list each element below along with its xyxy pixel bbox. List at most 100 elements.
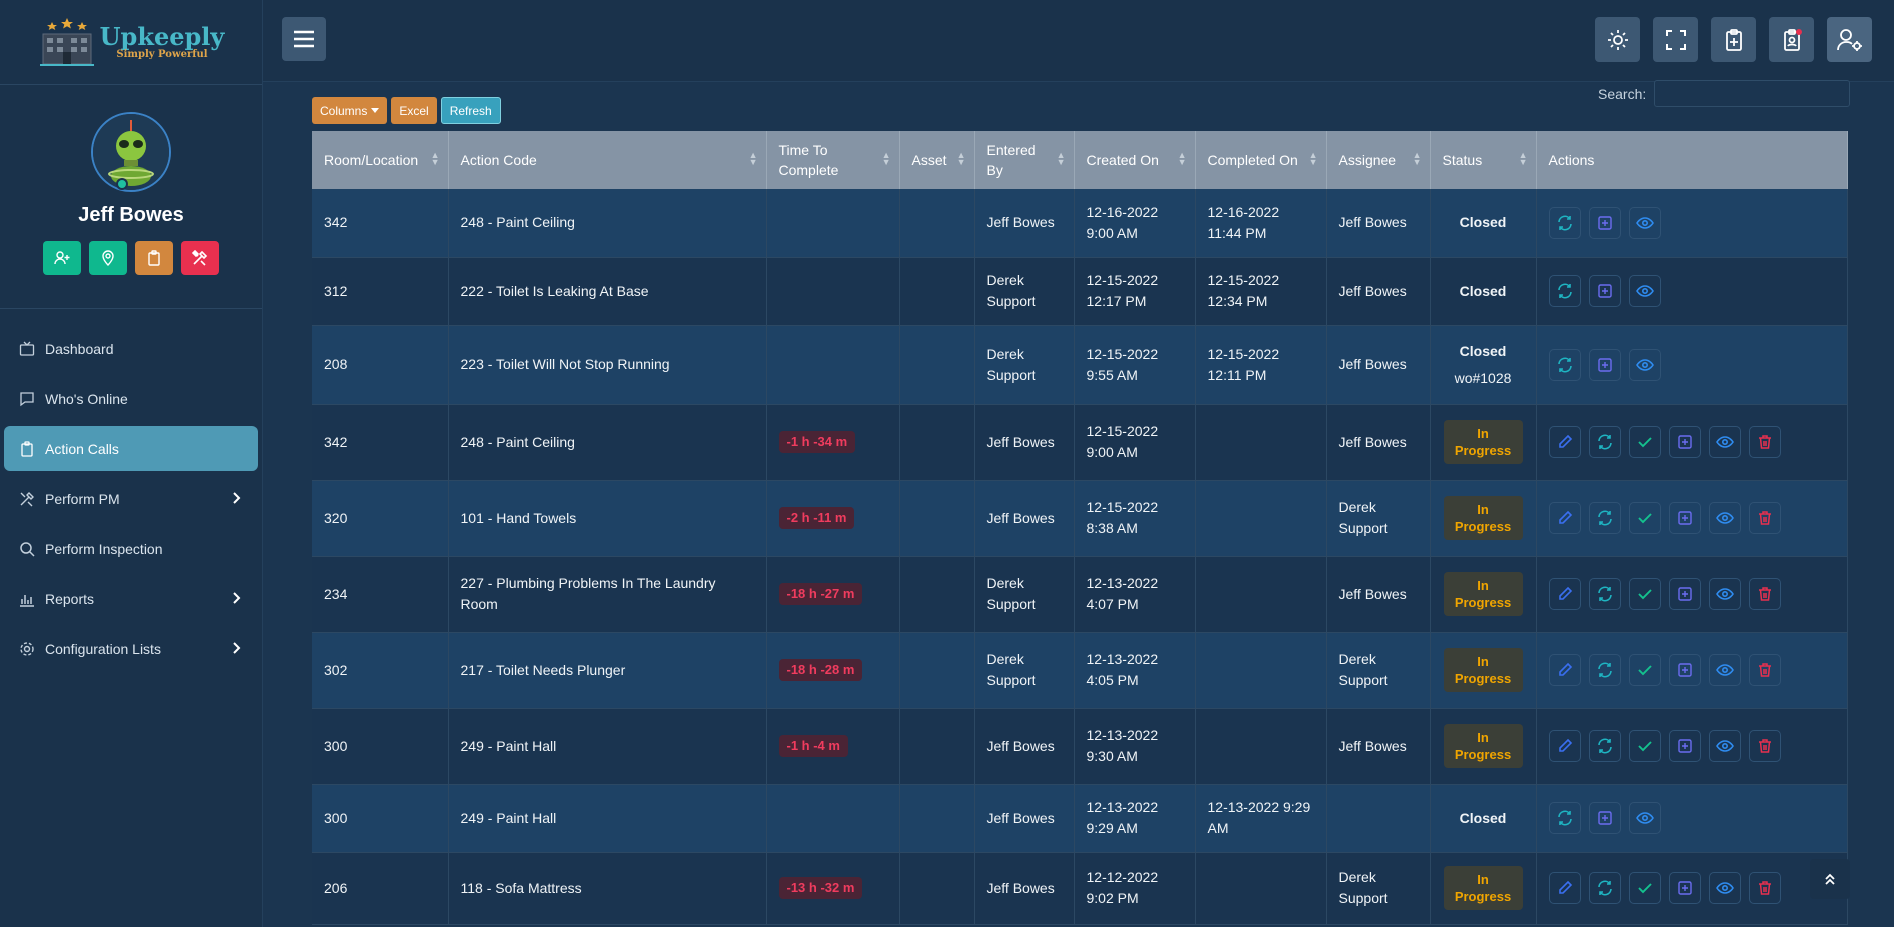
add-button[interactable] — [1668, 578, 1701, 610]
check-button[interactable] — [1628, 872, 1661, 904]
column-header[interactable]: Entered By ▲ ▼ — [974, 131, 1075, 189]
add-button[interactable] — [1668, 872, 1701, 904]
add-button[interactable] — [1668, 730, 1701, 762]
scroll-to-top-button[interactable] — [1810, 859, 1850, 899]
check-button[interactable] — [1628, 654, 1661, 686]
sidebar-item-perform-inspection[interactable]: Perform Inspection — [4, 526, 258, 571]
add-button[interactable] — [1668, 502, 1701, 534]
refresh-button[interactable] — [1548, 206, 1581, 239]
sidebar-item-action-calls[interactable]: Action Calls — [4, 426, 258, 471]
sidebar-item-perform-pm[interactable]: Perform PM — [4, 476, 258, 521]
notifications-button[interactable] — [1769, 17, 1814, 62]
view-button[interactable] — [1628, 348, 1661, 381]
eye-icon — [1635, 216, 1654, 229]
refresh-button[interactable] — [1588, 426, 1621, 458]
column-header[interactable]: Created On ▲ ▼ — [1074, 131, 1196, 189]
edit-button[interactable] — [1548, 730, 1581, 762]
location-button[interactable] — [89, 241, 127, 275]
add-button[interactable] — [1668, 654, 1701, 686]
add-button[interactable] — [1588, 275, 1621, 307]
cell-actions — [1536, 708, 1848, 785]
view-button[interactable] — [1708, 426, 1741, 458]
sidebar-item-dashboard[interactable]: Dashboard — [4, 326, 258, 371]
sidebar-item-reports[interactable]: Reports — [4, 576, 258, 621]
delete-button[interactable] — [1748, 578, 1781, 610]
edit-button[interactable] — [1548, 426, 1581, 458]
plus-square-icon — [1677, 587, 1692, 601]
check-button[interactable] — [1628, 730, 1661, 762]
theme-toggle-button[interactable] — [1595, 17, 1640, 62]
add-user-button[interactable] — [43, 241, 81, 275]
sidebar-item-whos-online[interactable]: Who's Online — [4, 376, 258, 421]
delete-button[interactable] — [1748, 654, 1781, 686]
view-button[interactable] — [1628, 802, 1661, 834]
plus-square-icon — [1677, 435, 1692, 449]
check-button[interactable] — [1628, 502, 1661, 534]
delete-button[interactable] — [1748, 426, 1781, 458]
view-button[interactable] — [1628, 206, 1661, 239]
cell-room: 320 — [312, 480, 449, 557]
check-button[interactable] — [1628, 426, 1661, 458]
edit-button[interactable] — [1548, 872, 1581, 904]
cell-room: 300 — [312, 708, 449, 785]
refresh-button[interactable] — [1588, 654, 1621, 686]
view-button[interactable] — [1708, 730, 1741, 762]
excel-button[interactable]: Excel — [391, 97, 437, 124]
refresh-button[interactable] — [1548, 802, 1581, 834]
status-badge: In Progress — [1443, 648, 1523, 692]
tools-button[interactable] — [181, 241, 219, 275]
refresh-button[interactable] — [1588, 730, 1621, 762]
refresh-icon — [1597, 738, 1612, 754]
view-button[interactable] — [1708, 654, 1741, 686]
refresh-button[interactable] — [1588, 502, 1621, 534]
cell-actions — [1536, 784, 1848, 853]
work-order-link[interactable]: wo#1028 — [1443, 368, 1524, 389]
delete-button[interactable] — [1748, 872, 1781, 904]
columns-button[interactable]: Columns — [312, 97, 388, 124]
column-header[interactable]: Completed On ▲ ▼ — [1195, 131, 1327, 189]
add-button[interactable] — [1668, 426, 1701, 458]
refresh-icon — [1557, 810, 1572, 826]
fullscreen-button[interactable] — [1653, 17, 1698, 62]
sidebar-item-configuration-lists[interactable]: Configuration Lists — [4, 626, 258, 671]
search-input[interactable] — [1654, 80, 1851, 107]
refresh-button[interactable] — [1548, 275, 1581, 307]
cell-asset — [899, 784, 975, 853]
cell-status: In Progress — [1430, 852, 1537, 925]
add-button[interactable] — [1588, 348, 1621, 381]
view-button[interactable] — [1628, 275, 1661, 307]
fullscreen-icon — [1665, 29, 1686, 50]
delete-button[interactable] — [1748, 730, 1781, 762]
user-settings-button[interactable] — [1827, 17, 1872, 62]
column-header[interactable]: Room/Location ▲ ▼ — [312, 131, 449, 189]
clipboard-button[interactable] — [135, 241, 173, 275]
cell-status: In Progress — [1430, 708, 1537, 785]
brand-logo[interactable]: Upkeeply Simply Powerful — [38, 16, 224, 68]
edit-icon — [1558, 434, 1572, 448]
avatar[interactable] — [91, 112, 171, 192]
add-button[interactable] — [1588, 206, 1621, 239]
trash-icon — [1758, 511, 1771, 525]
menu-toggle-button[interactable] — [282, 17, 326, 61]
delete-button[interactable] — [1748, 502, 1781, 534]
column-header[interactable]: Asset ▲ ▼ — [899, 131, 975, 189]
view-button[interactable] — [1708, 872, 1741, 904]
column-header[interactable]: Status ▲ ▼ — [1430, 131, 1537, 189]
refresh-button[interactable] — [1588, 578, 1621, 610]
column-header[interactable]: Assignee ▲ ▼ — [1326, 131, 1431, 189]
refresh-button[interactable] — [1588, 872, 1621, 904]
cell-completed-on — [1195, 404, 1327, 481]
column-header[interactable]: Action Code ▲ ▼ — [448, 131, 767, 189]
edit-button[interactable] — [1548, 654, 1581, 686]
cell-time-to-complete: -18 h -28 m — [766, 632, 900, 709]
refresh-button[interactable]: Refresh — [440, 97, 501, 124]
edit-button[interactable] — [1548, 502, 1581, 534]
column-header[interactable]: Time To Complete ▲ ▼ — [766, 131, 900, 189]
view-button[interactable] — [1708, 502, 1741, 534]
refresh-button[interactable] — [1548, 348, 1581, 381]
action-calls-button[interactable] — [1711, 17, 1756, 62]
edit-button[interactable] — [1548, 578, 1581, 610]
check-button[interactable] — [1628, 578, 1661, 610]
add-button[interactable] — [1588, 802, 1621, 834]
view-button[interactable] — [1708, 578, 1741, 610]
